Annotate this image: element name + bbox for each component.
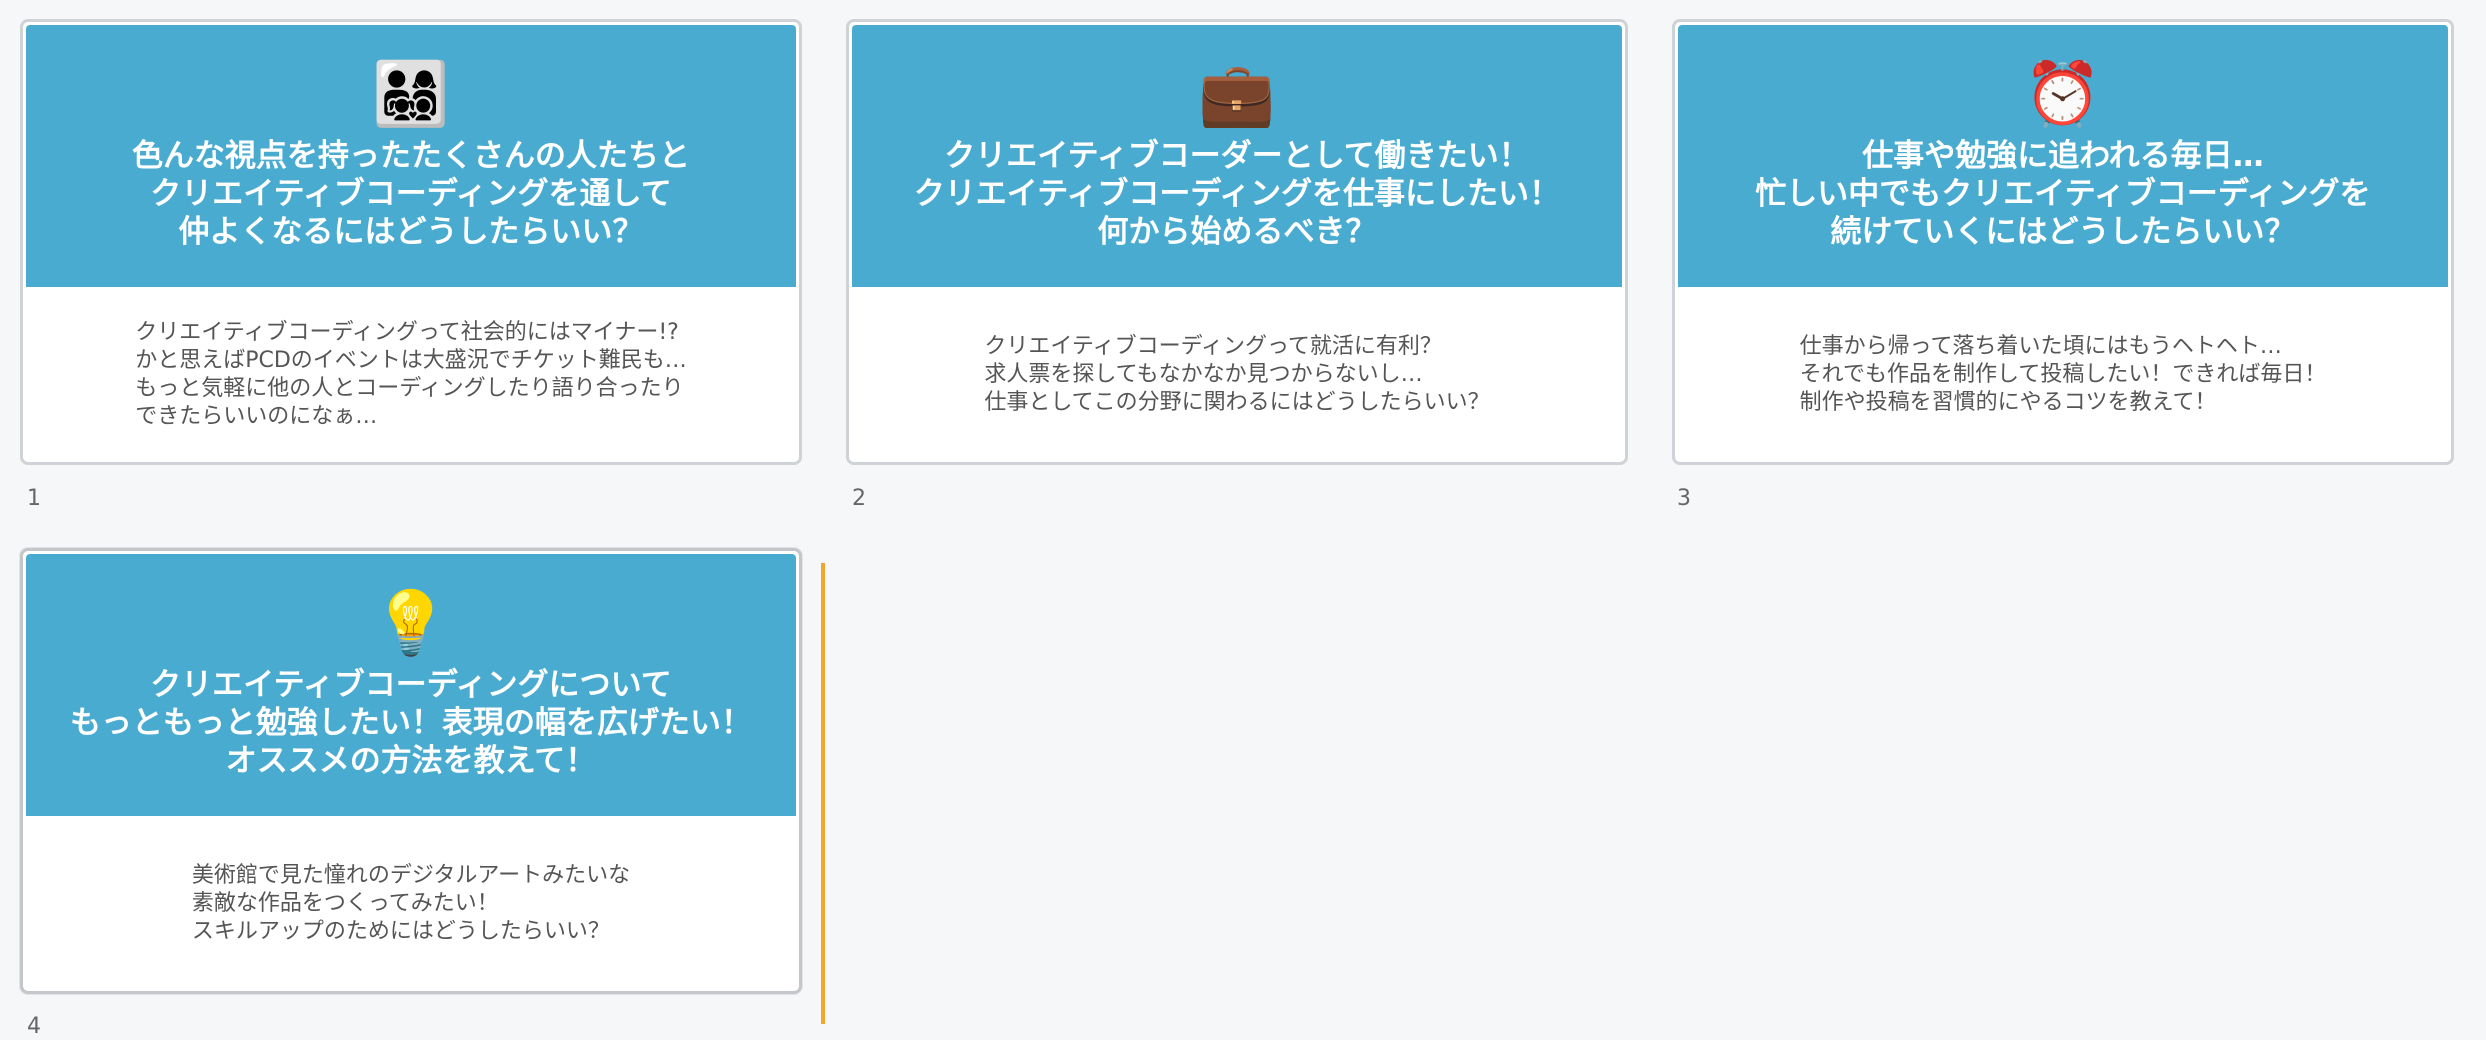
slide-header: 💼 クリエイティブコーダーとして働きたい！ クリエイティブコーディングを仕事にし… [852,25,1622,287]
slide-header: 💡 クリエイティブコーディングについて もっともっと勉強したい！表現の幅を広げた… [26,554,796,816]
slide-header: 👨‍👩‍👧‍👦 色んな視点を持ったたくさんの人たちと クリエイティブコーディング… [26,25,796,287]
slide-thumbnail-1[interactable]: 👨‍👩‍👧‍👦 色んな視点を持ったたくさんの人たちと クリエイティブコーディング… [20,19,802,465]
family-emoji-icon: 👨‍👩‍👧‍👦 [372,57,450,130]
slide-body: 仕事から帰って落ち着いた頃にはもうヘトヘト… それでも作品を制作して投稿したい！… [1678,290,2448,459]
slide-body: 美術館で見た憧れのデジタルアートみたいな 素敵な作品をつくってみたい！ スキルア… [26,819,796,988]
slide-body-text: 仕事から帰って落ち着いた頃にはもうヘトヘト… それでも作品を制作して投稿したい！… [1799,333,2327,415]
briefcase-emoji-icon: 💼 [1198,57,1276,130]
slide-body: クリエイティブコーディングって社会的にはマイナー!? かと思えばPCDのイベント… [26,290,796,459]
slide-number-1: 1 [27,486,41,511]
slide-title: クリエイティブコーディングについて もっともっと勉強したい！表現の幅を広げたい！… [70,667,752,779]
slide-body: クリエイティブコーディングって就活に有利？ 求人票を探してもなかなか見つからない… [852,290,1622,459]
slide-body-text: 美術館で見た憧れのデジタルアートみたいな 素敵な作品をつくってみたい！ スキルア… [191,862,631,944]
slide-thumbnail-2[interactable]: 💼 クリエイティブコーダーとして働きたい！ クリエイティブコーディングを仕事にし… [846,19,1628,465]
slide-thumbnail-4[interactable]: 💡 クリエイティブコーディングについて もっともっと勉強したい！表現の幅を広げた… [20,548,802,994]
slide-thumbnail-3[interactable]: ⏰ 仕事や勉強に追われる毎日… 忙しい中でもクリエイティブコーディングを 続けて… [1672,19,2454,465]
slide-insert-marker [821,563,825,1024]
slide-body-text: クリエイティブコーディングって社会的にはマイナー!? かと思えばPCDのイベント… [135,319,687,429]
slide-title: クリエイティブコーダーとして働きたい！ クリエイティブコーディングを仕事にしたい… [913,138,1561,250]
slide-title: 色んな視点を持ったたくさんの人たちと クリエイティブコーディングを通して 仲よく… [132,138,690,250]
slide-body-text: クリエイティブコーディングって就活に有利？ 求人票を探してもなかなか見つからない… [984,333,1490,415]
slide-header: ⏰ 仕事や勉強に追われる毎日… 忙しい中でもクリエイティブコーディングを 続けて… [1678,25,2448,287]
slide-number-2: 2 [852,486,866,511]
slide-title: 仕事や勉強に追われる毎日… 忙しい中でもクリエイティブコーディングを 続けていく… [1755,138,2371,250]
light-bulb-emoji-icon: 💡 [372,586,450,659]
slide-number-4: 4 [27,1014,41,1039]
alarm-clock-emoji-icon: ⏰ [2024,57,2102,130]
slide-number-3: 3 [1677,486,1691,511]
